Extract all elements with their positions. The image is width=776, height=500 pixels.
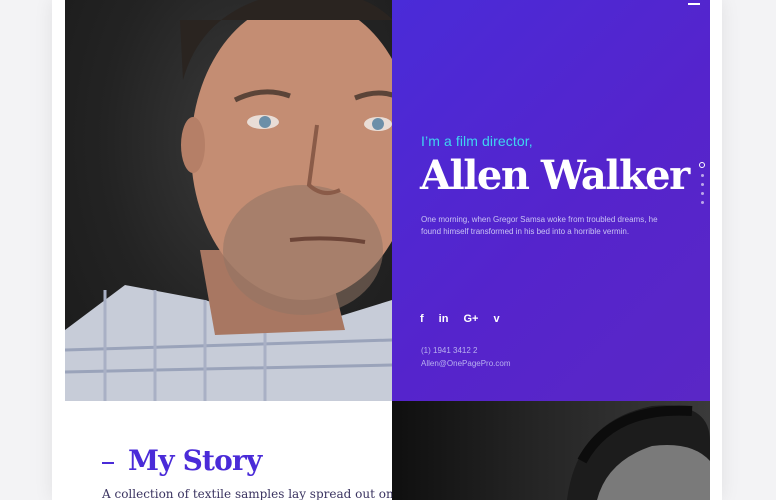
heading-dash — [102, 461, 114, 464]
story-title: My Story — [128, 444, 262, 477]
contact-info: (1) 1941 3412 2 Allen@OnePagePro.com — [421, 345, 511, 370]
vimeo-icon[interactable]: v — [493, 313, 499, 325]
contact-phone: (1) 1941 3412 2 — [421, 346, 478, 355]
menu-icon[interactable] — [688, 0, 700, 5]
section-pager — [698, 162, 706, 204]
google-plus-icon[interactable]: G+ — [463, 313, 478, 325]
page: I’m a film director, Allen Walker One mo… — [52, 0, 722, 500]
pager-dot[interactable] — [700, 201, 704, 204]
story-portrait-photo — [392, 401, 710, 500]
story-text: A collection of textile samples lay spre… — [102, 487, 394, 500]
hero-intro: I’m a film director, — [421, 133, 533, 149]
pager-dot[interactable] — [700, 183, 704, 186]
contact-email[interactable]: Allen@OnePagePro.com — [421, 358, 511, 371]
pager-dot[interactable] — [700, 192, 704, 195]
social-links: f in G+ v — [420, 313, 500, 325]
linkedin-icon[interactable]: in — [439, 313, 449, 325]
pager-dot-active[interactable] — [699, 162, 705, 168]
hero-name: Allen Walker — [420, 152, 690, 199]
story-heading: My Story — [102, 444, 262, 477]
hero-panel: I’m a film director, Allen Walker One mo… — [392, 0, 710, 401]
facebook-icon[interactable]: f — [420, 313, 424, 325]
pager-dot[interactable] — [700, 174, 704, 177]
hero-portrait-photo — [65, 0, 392, 401]
hero-bio: One morning, when Gregor Samsa woke from… — [421, 215, 658, 236]
